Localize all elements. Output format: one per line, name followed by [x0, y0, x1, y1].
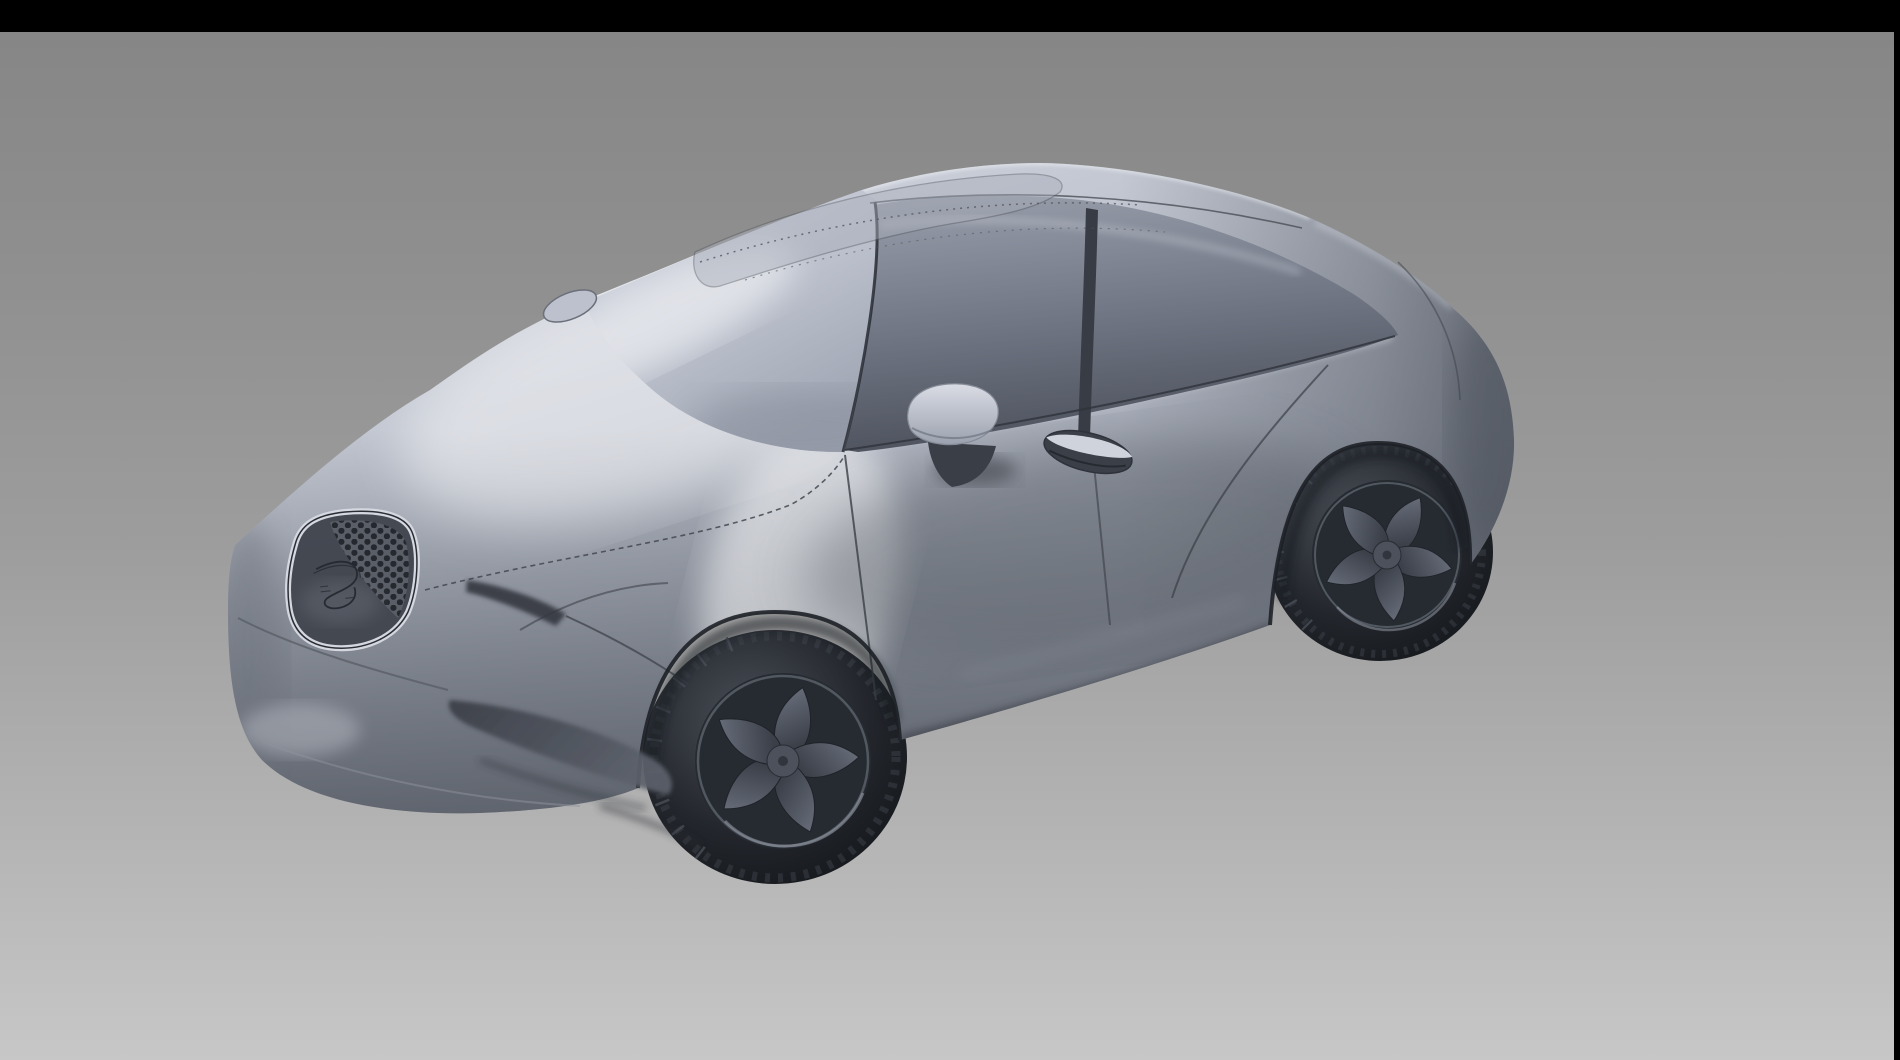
rear-rim	[1312, 480, 1462, 630]
front-grille	[288, 511, 417, 648]
app-window	[0, 0, 1900, 1060]
car-model[interactable]	[0, 0, 1900, 1060]
render-viewport[interactable]	[0, 32, 1894, 1060]
front-rim	[695, 673, 871, 849]
right-black-bar	[1894, 0, 1900, 1060]
